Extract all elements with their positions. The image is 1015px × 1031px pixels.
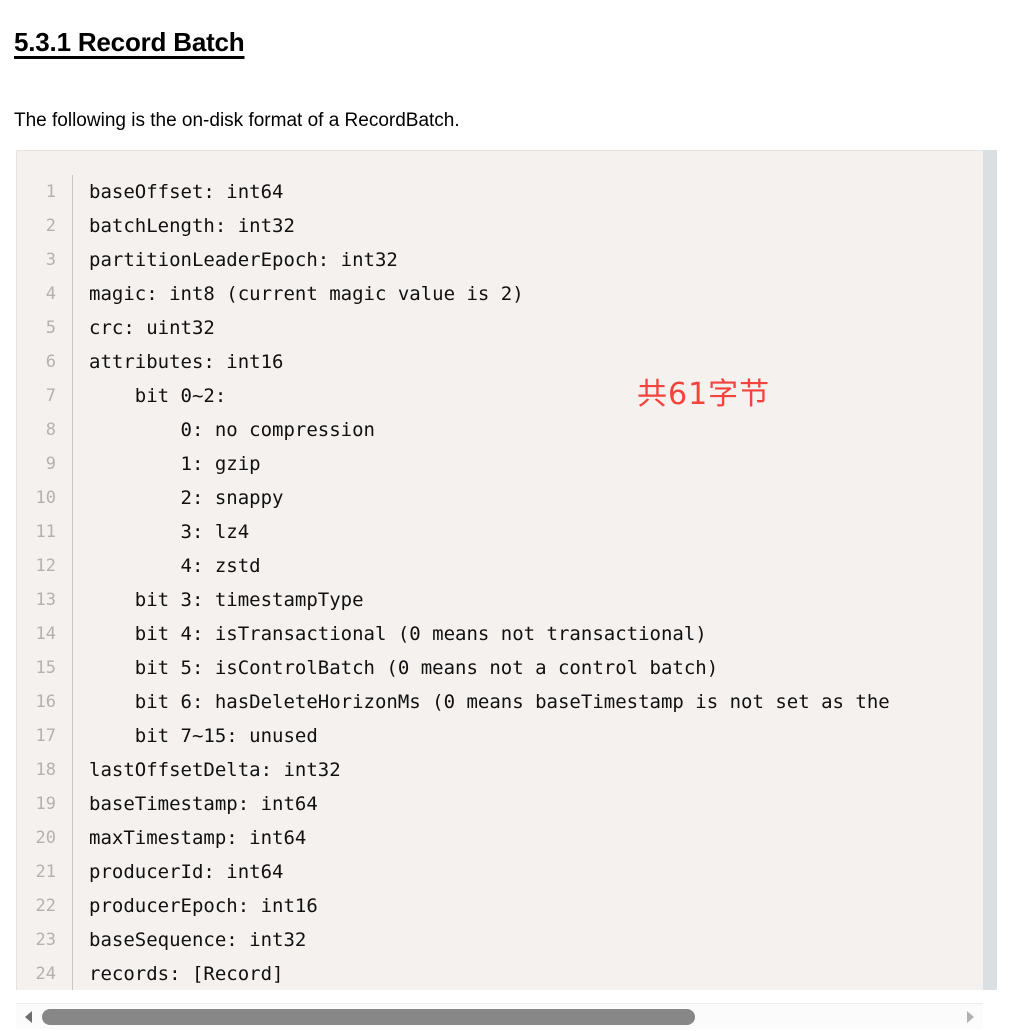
code-line: records: [Record]: [89, 963, 284, 985]
code-line: 3: lz4: [89, 521, 250, 543]
line-number: 20: [35, 828, 56, 848]
code-block-inner: 1 2 3 4 5 6 7 8 9 10 11 12 13 14 15 16 17 18 19 20 21 22 23 24 …: [17, 151, 983, 990]
line-number: 19: [35, 794, 56, 814]
line-number: 13: [35, 590, 56, 610]
code-line: bit 4: isTransactional (0 means not tran…: [89, 623, 707, 645]
code-line: bit 3: timestampType: [89, 589, 364, 611]
code-line: 2: snappy: [89, 487, 284, 509]
line-number: 15: [35, 658, 56, 678]
line-number: 11: [35, 522, 56, 542]
code-line: 1: gzip: [89, 453, 261, 475]
code-line: bit 0~2:: [89, 385, 227, 407]
line-number: 6: [45, 352, 56, 372]
line-number: 18: [35, 760, 56, 780]
line-number: 23: [35, 930, 56, 950]
code-content[interactable]: baseOffset: int64 batchLength: int32 parti…: [73, 175, 983, 990]
page-right-margin: [997, 150, 1015, 1031]
code-line: crc: uint32: [89, 317, 215, 339]
line-number: 8: [45, 420, 56, 440]
document-page: 5.3.1 Record Batch The following is the …: [0, 0, 1015, 1031]
line-number: 3: [45, 250, 56, 270]
line-number: 9: [45, 454, 56, 474]
code-block-right-strip: [983, 150, 997, 990]
code-line: baseSequence: int32: [89, 929, 307, 951]
code-line: maxTimestamp: int64: [89, 827, 307, 849]
code-line: bit 5: isControlBatch (0 means not a con…: [89, 657, 719, 679]
line-number: 21: [35, 862, 56, 882]
line-number: 16: [35, 692, 56, 712]
line-number: 5: [45, 318, 56, 338]
horizontal-scrollbar[interactable]: [16, 1003, 983, 1029]
code-line: magic: int8 (current magic value is 2): [89, 283, 524, 305]
page-title: 5.3.1 Record Batch: [14, 27, 245, 58]
code-line: baseTimestamp: int64: [89, 793, 318, 815]
line-number: 22: [35, 896, 56, 916]
line-number: 14: [35, 624, 56, 644]
scrollbar-track[interactable]: [42, 1004, 957, 1030]
code-line: lastOffsetDelta: int32: [89, 759, 341, 781]
code-line: batchLength: int32: [89, 215, 295, 237]
scrollbar-thumb[interactable]: [42, 1008, 695, 1025]
code-block[interactable]: 1 2 3 4 5 6 7 8 9 10 11 12 13 14 15 16 17 18 19 20 21 22 23 24 …: [16, 150, 983, 990]
line-number: 7: [45, 386, 56, 406]
code-line: producerId: int64: [89, 861, 284, 883]
line-number: 12: [35, 556, 56, 576]
byte-count-annotation: 共61字节: [637, 377, 771, 412]
code-line: baseOffset: int64: [89, 181, 284, 203]
line-number: 4: [45, 284, 56, 304]
triangle-left-icon[interactable]: [16, 1004, 42, 1030]
intro-paragraph: The following is the on-disk format of a…: [14, 110, 460, 131]
line-number-gutter: 1 2 3 4 5 6 7 8 9 10 11 12 13 14 15 16 17 18 19 20 21 22 23 24: [17, 175, 73, 990]
triangle-right-icon[interactable]: [957, 1004, 983, 1030]
line-number: 24: [35, 964, 56, 984]
code-line: partitionLeaderEpoch: int32: [89, 249, 398, 271]
code-line: attributes: int16: [89, 351, 284, 373]
line-number: 1: [45, 182, 56, 202]
code-line: bit 7~15: unused: [89, 725, 318, 747]
code-line: producerEpoch: int16: [89, 895, 318, 917]
code-line: 4: zstd: [89, 555, 261, 577]
line-number: 10: [35, 488, 56, 508]
code-line: 0: no compression: [89, 419, 375, 441]
code-line: bit 6: hasDeleteHorizonMs (0 means baseT…: [89, 691, 890, 713]
line-number: 2: [45, 216, 56, 236]
line-number: 17: [35, 726, 56, 746]
